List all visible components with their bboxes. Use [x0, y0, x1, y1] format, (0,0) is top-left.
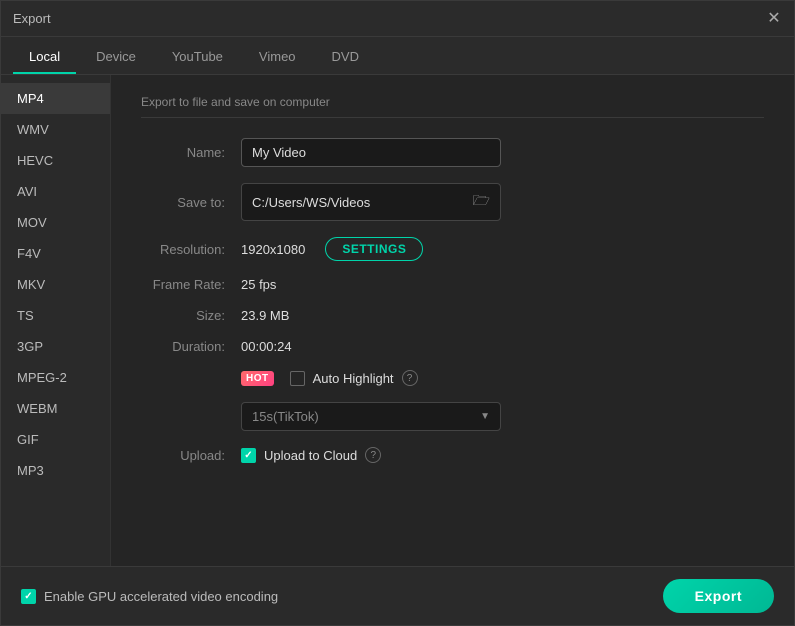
duration-row: Duration: 00:00:24	[141, 339, 764, 354]
sidebar-item-mp3[interactable]: MP3	[1, 455, 110, 486]
tiktok-dropdown[interactable]: 15s(TikTok) ▼	[241, 402, 501, 431]
resolution-value-row: 1920x1080 SETTINGS	[241, 237, 423, 261]
auto-highlight-text: Auto Highlight	[313, 371, 394, 386]
settings-button[interactable]: SETTINGS	[325, 237, 423, 261]
folder-icon[interactable]: 🗁	[473, 190, 490, 214]
upload-row: Upload: Upload to Cloud ?	[141, 447, 764, 463]
auto-highlight-controls: HOT Auto Highlight ?	[241, 370, 418, 386]
sidebar-item-wmv[interactable]: WMV	[1, 114, 110, 145]
saveto-row: Save to: C:/Users/WS/Videos 🗁	[141, 183, 764, 221]
resolution-value: 1920x1080	[241, 242, 305, 257]
tab-dvd[interactable]: DVD	[316, 41, 375, 74]
gpu-checkbox[interactable]	[21, 589, 36, 604]
window-title: Export	[13, 11, 51, 26]
title-bar: Export ✕	[1, 1, 794, 37]
tab-device[interactable]: Device	[80, 41, 152, 74]
upload-label: Upload:	[141, 448, 241, 463]
name-label: Name:	[141, 145, 241, 160]
resolution-label: Resolution:	[141, 242, 241, 257]
framerate-label: Frame Rate:	[141, 277, 241, 292]
auto-highlight-checkbox[interactable]	[290, 371, 305, 386]
framerate-row: Frame Rate: 25 fps	[141, 277, 764, 292]
duration-value: 00:00:24	[241, 339, 292, 354]
duration-label: Duration:	[141, 339, 241, 354]
upload-cloud-checkbox[interactable]	[241, 448, 256, 463]
size-label: Size:	[141, 308, 241, 323]
resolution-row: Resolution: 1920x1080 SETTINGS	[141, 237, 764, 261]
tiktok-option-label: 15s(TikTok)	[252, 409, 319, 424]
sidebar-item-mpeg2[interactable]: MPEG-2	[1, 362, 110, 393]
gpu-row: Enable GPU accelerated video encoding	[21, 589, 278, 604]
export-button[interactable]: Export	[663, 579, 774, 613]
upload-cloud-text: Upload to Cloud	[264, 448, 357, 463]
sidebar-item-webm[interactable]: WEBM	[1, 393, 110, 424]
content-area: MP4 WMV HEVC AVI MOV F4V MKV TS 3GP MPEG…	[1, 75, 794, 566]
path-selector[interactable]: C:/Users/WS/Videos 🗁	[241, 183, 501, 221]
framerate-value: 25 fps	[241, 277, 276, 292]
path-value: C:/Users/WS/Videos	[252, 195, 473, 210]
sidebar-item-gif[interactable]: GIF	[1, 424, 110, 455]
upload-cloud-help-icon[interactable]: ?	[365, 447, 381, 463]
tab-bar: Local Device YouTube Vimeo DVD	[1, 37, 794, 75]
export-window: Export ✕ Local Device YouTube Vimeo DVD …	[0, 0, 795, 626]
close-button[interactable]: ✕	[766, 11, 782, 27]
sidebar-item-ts[interactable]: TS	[1, 300, 110, 331]
auto-highlight-row: HOT Auto Highlight ?	[141, 370, 764, 386]
size-row: Size: 23.9 MB	[141, 308, 764, 323]
sidebar-item-mp4[interactable]: MP4	[1, 83, 110, 114]
name-input[interactable]	[241, 138, 501, 167]
main-panel: Export to file and save on computer Name…	[111, 75, 794, 566]
sidebar-item-mov[interactable]: MOV	[1, 207, 110, 238]
gpu-label: Enable GPU accelerated video encoding	[44, 589, 278, 604]
sidebar-item-avi[interactable]: AVI	[1, 176, 110, 207]
tab-vimeo[interactable]: Vimeo	[243, 41, 312, 74]
sidebar-item-mkv[interactable]: MKV	[1, 269, 110, 300]
tab-youtube[interactable]: YouTube	[156, 41, 239, 74]
auto-highlight-help-icon[interactable]: ?	[402, 370, 418, 386]
tab-local[interactable]: Local	[13, 41, 76, 74]
sidebar-item-3gp[interactable]: 3GP	[1, 331, 110, 362]
name-row: Name:	[141, 138, 764, 167]
dropdown-arrow-icon: ▼	[480, 411, 490, 422]
bottom-bar: Enable GPU accelerated video encoding Ex…	[1, 566, 794, 625]
format-sidebar: MP4 WMV HEVC AVI MOV F4V MKV TS 3GP MPEG…	[1, 75, 111, 566]
sidebar-item-f4v[interactable]: F4V	[1, 238, 110, 269]
saveto-label: Save to:	[141, 195, 241, 210]
upload-controls: Upload to Cloud ?	[241, 447, 381, 463]
sidebar-item-hevc[interactable]: HEVC	[1, 145, 110, 176]
size-value: 23.9 MB	[241, 308, 289, 323]
section-title: Export to file and save on computer	[141, 95, 764, 118]
hot-badge: HOT	[241, 371, 274, 386]
